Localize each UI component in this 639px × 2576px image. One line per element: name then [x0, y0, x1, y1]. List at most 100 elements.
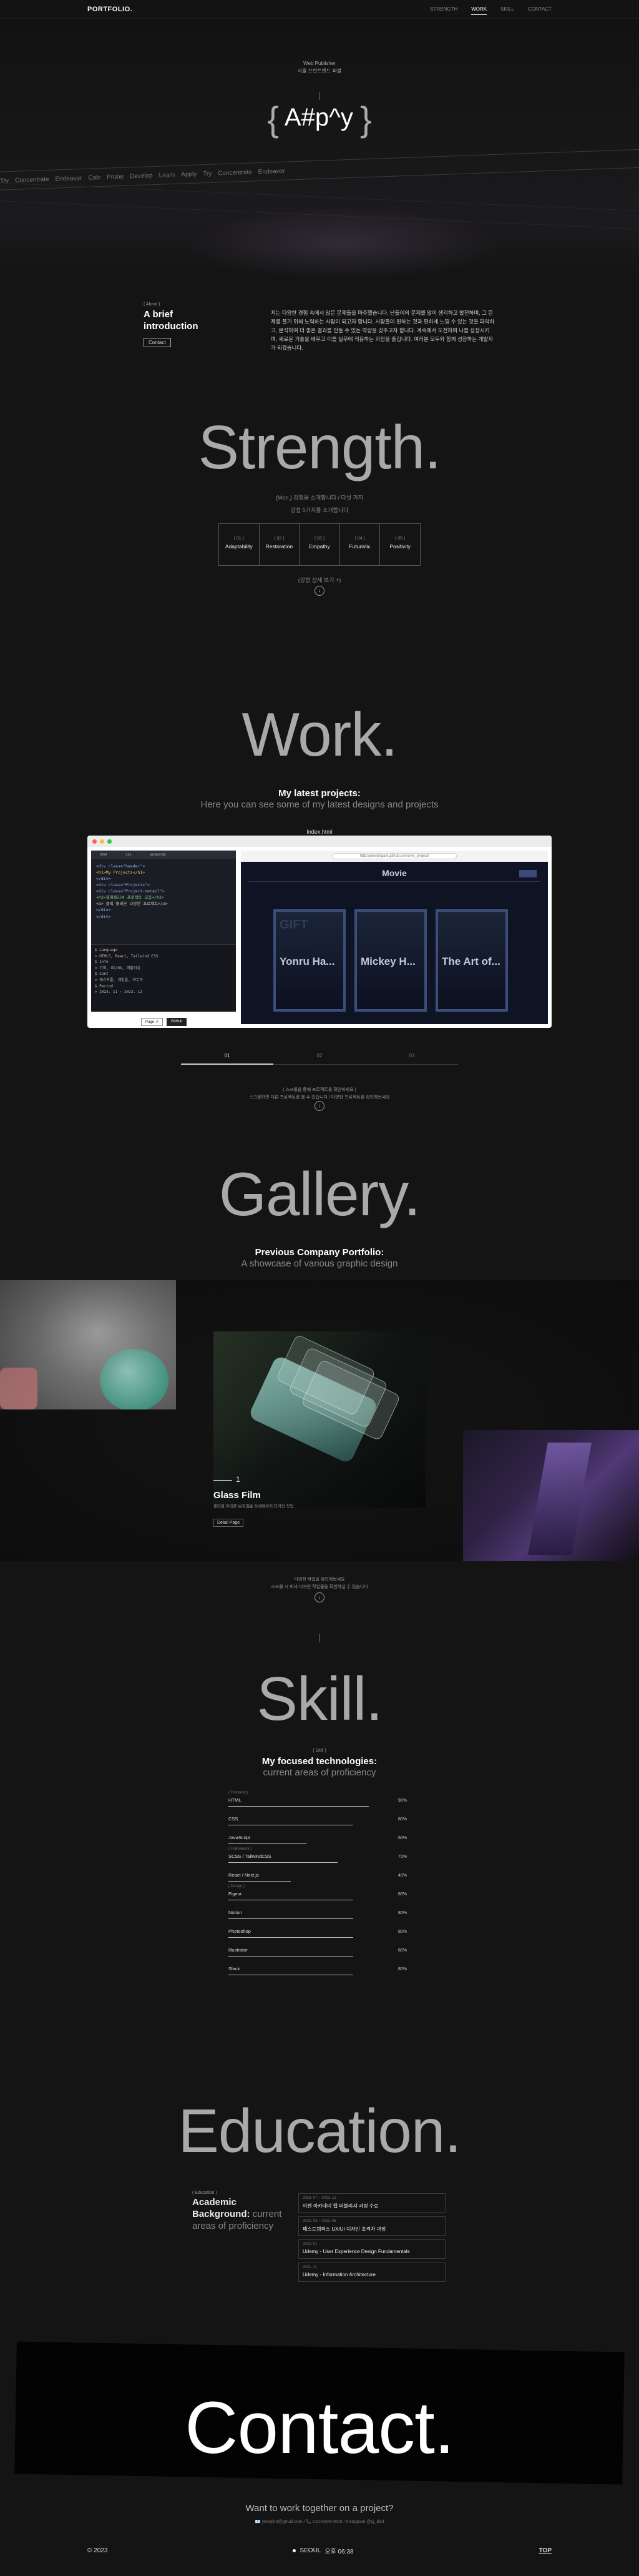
nav-item-strength[interactable]: STRENGTH	[430, 4, 457, 15]
about-title-line2: introduction	[144, 320, 198, 332]
contact-button[interactable]: Contact	[144, 337, 171, 347]
card-number: ( 01 )	[233, 536, 244, 541]
strength-more-link[interactable]: (강점 상세 보기 +)	[0, 576, 639, 584]
education-date: 2021. 11	[303, 2266, 317, 2269]
project-tab-02[interactable]: 02	[273, 1053, 366, 1063]
skill-list: ( Frontend ) HTML 90% CSS 80% JavaScript 50%…	[228, 1791, 416, 1980]
editor-tab-html[interactable]: html	[100, 853, 107, 857]
hero-glow	[187, 206, 499, 281]
window-bar	[87, 836, 552, 847]
code-line: </div>	[96, 907, 111, 913]
brace-right: }	[359, 99, 372, 139]
nav-item-skill[interactable]: SKILL	[500, 4, 514, 15]
page: PORTFOLIO. STRENGTH WORK SKILL CONTACT W…	[0, 0, 639, 2576]
strength-card[interactable]: ( 01 ) Adaptability	[219, 524, 260, 565]
skill-bar	[228, 1806, 369, 1807]
movie-poster[interactable]: GIFT Yonru Ha...	[273, 909, 346, 1012]
education-date: 2022. 03 ~ 2022. 06	[303, 2219, 336, 2223]
window-close-icon[interactable]	[92, 839, 97, 844]
url-bar[interactable]: http://yeonjinpark.github.io/movie_proje…	[332, 853, 457, 859]
movie-menu-button[interactable]	[519, 870, 537, 877]
gallery-image-1[interactable]	[0, 1280, 176, 1409]
skill-row: Illustrator 80%	[228, 1942, 416, 1961]
strength-card[interactable]: ( 03 ) Empathy	[300, 524, 340, 565]
editor-tab-css[interactable]: css	[125, 853, 131, 857]
page-button[interactable]: Page ↗	[141, 1018, 163, 1026]
editor-tab-javascript[interactable]: javascript	[150, 853, 165, 857]
detail-page-button[interactable]: Detail Page	[213, 1519, 244, 1527]
contact-info[interactable]: 📧 yeonjin0@gmail.com / 📞 010-0000-0000 /…	[0, 2519, 639, 2524]
gallery-image-2[interactable]	[213, 1331, 426, 1508]
marquee-word: Calc	[88, 174, 101, 182]
education-heading-muted2: areas of proficiency	[192, 2220, 274, 2231]
skill-row: ( Design ) Figma 80%	[228, 1885, 416, 1905]
skill-value: 80%	[398, 1967, 407, 1971]
scroll-down-icon[interactable]: ↓	[315, 586, 324, 596]
skill-name: Figma	[228, 1891, 241, 1897]
card-number: ( 04 )	[354, 536, 365, 541]
site-footer: © 2023 SEOUL 오후 06:38 TOP	[0, 2544, 639, 2557]
skill-bar	[228, 1843, 306, 1844]
product-shape	[0, 1368, 37, 1409]
gallery-image-3[interactable]	[463, 1430, 639, 1561]
code-line: </div>	[96, 914, 111, 919]
window-minimize-icon[interactable]	[100, 839, 104, 844]
terminal-line: > 제스처를, 개발을, 마무리	[95, 977, 143, 982]
strength-title: Strength.	[198, 413, 442, 481]
strength-card[interactable]: ( 04 ) Futuristic	[340, 524, 381, 565]
nav-item-work[interactable]: WORK	[471, 4, 487, 15]
gallery-bottom-text2: 스크롤 시 회사 디자인 작업물을 확인하실 수 있습니다	[271, 1585, 368, 1589]
movie-title: Movie	[382, 868, 407, 878]
hero-intro-line2: 서울 프런트엔드 퍼블	[297, 68, 342, 74]
logo[interactable]: PORTFOLIO.	[87, 6, 132, 13]
work-subheading: Here you can see some of my latest desig…	[200, 799, 439, 810]
movie-poster[interactable]: The Art of...	[436, 909, 508, 1012]
scroll-down-icon[interactable]: ↓	[315, 1592, 324, 1602]
gallery-title: Gallery.	[218, 1160, 421, 1228]
nav-item-contact[interactable]: CONTACT	[528, 4, 552, 15]
skill-category: ( Design )	[228, 1885, 245, 1888]
strength-card[interactable]: ( 02 ) Restoration	[260, 524, 300, 565]
location-clock: SEOUL 오후 06:38	[293, 2546, 354, 2555]
strength-card[interactable]: ( 05 ) Positivity	[380, 524, 420, 565]
gallery-item-title: Glass Film	[213, 1490, 261, 1501]
education-title-text: Udemy - Information Architecture	[303, 2272, 376, 2277]
movie-poster[interactable]: Mickey H...	[354, 909, 427, 1012]
scroll-down-icon[interactable]: ↓	[315, 1101, 324, 1111]
skill-name: Illustrator	[228, 1947, 248, 1953]
card-title: Restoration	[265, 543, 293, 550]
education-heading-text: Academic Background: current areas of pr…	[192, 2197, 292, 2232]
project-tab-01[interactable]: 01	[181, 1053, 273, 1063]
contact-title: Contact.	[185, 2387, 454, 2469]
work-title: Work.	[241, 700, 398, 769]
education-heading-muted1: current	[252, 2208, 282, 2219]
education-item: 2021. 11 Udemy - Information Architecture	[298, 2263, 446, 2282]
skill-row: JavaScript 50%	[228, 1830, 416, 1848]
window-maximize-icon[interactable]	[107, 839, 112, 844]
foldable-phone-shape	[528, 1443, 592, 1555]
terminal-line: $ Language	[95, 948, 118, 952]
project-tab-03[interactable]: 03	[366, 1053, 458, 1063]
skill-name: JavaScript	[228, 1835, 251, 1840]
code-editor: html css javascript <div class="header">…	[91, 851, 236, 1012]
card-number: ( 03 )	[314, 536, 325, 541]
skill-bar	[228, 1956, 353, 1957]
skill-name: SCSS / TailwindCSS	[228, 1853, 271, 1859]
gallery-subheading: A showcase of various graphic design	[241, 1258, 398, 1269]
project-buttons: Page ↗ GitHub	[141, 1018, 187, 1026]
skill-value: 80%	[398, 1817, 407, 1822]
card-number: ( 02 )	[274, 536, 285, 541]
github-button[interactable]: GitHub	[166, 1018, 187, 1026]
education-title-text: 이젠 아카데미 웹 퍼블리셔 과정 수료	[303, 2203, 379, 2209]
section-divider	[319, 1634, 320, 1642]
about-title-line1: A brief	[144, 309, 173, 320]
gallery-item-number: 1	[236, 1475, 240, 1484]
skill-value: 70%	[398, 1855, 407, 1859]
back-to-top-link[interactable]: TOP	[539, 2547, 552, 2554]
skill-category: ( Framework )	[228, 1847, 252, 1851]
skill-name: HTML	[228, 1797, 241, 1803]
skill-heading: My focused technologies:	[261, 1756, 378, 1767]
education-heading-line2: Background:	[192, 2208, 250, 2219]
strength-sub1: (Mon.) 강점을 소개합니다 / 다섯 가지	[275, 495, 364, 501]
local-time: 오후 06:38	[324, 2548, 354, 2555]
